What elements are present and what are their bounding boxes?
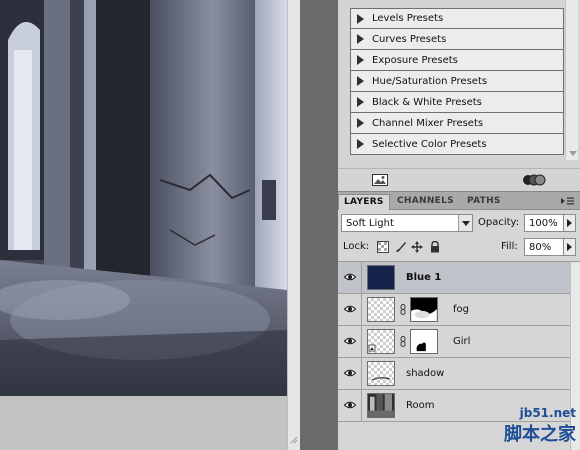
- fill-input[interactable]: 80%: [524, 238, 564, 256]
- expand-triangle-icon[interactable]: [357, 139, 364, 149]
- blend-row: Soft Light Opacity: 100%: [341, 214, 577, 234]
- canvas-image[interactable]: [0, 0, 287, 396]
- tab-layers[interactable]: LAYERS: [338, 194, 390, 210]
- preset-label: Hue/Saturation Presets: [372, 75, 488, 87]
- layer-row-girl[interactable]: Girl: [338, 326, 580, 358]
- lock-transparency-icon[interactable]: [377, 241, 389, 253]
- expand-triangle-icon[interactable]: [357, 118, 364, 128]
- preset-label: Levels Presets: [372, 13, 444, 24]
- expand-triangle-icon[interactable]: [357, 76, 364, 86]
- tab-channels[interactable]: CHANNELS: [392, 194, 459, 210]
- layer-thumbnail[interactable]: [367, 329, 395, 354]
- visibility-toggle[interactable]: [338, 358, 362, 389]
- layer-name[interactable]: Room: [406, 400, 434, 411]
- preset-label: Black & White Presets: [372, 96, 482, 108]
- preset-channel-mixer[interactable]: Channel Mixer Presets: [350, 113, 564, 134]
- watermark-site: jb51.net: [519, 406, 576, 420]
- watermark-cn: 脚本之家: [504, 424, 576, 445]
- fill-slider-button[interactable]: [564, 238, 576, 256]
- blend-mode-select[interactable]: Soft Light: [341, 214, 473, 232]
- layer-mask-icon[interactable]: [372, 174, 388, 186]
- blend-mode-value: Soft Light: [346, 218, 394, 229]
- layer-thumbnail[interactable]: [367, 361, 395, 386]
- layer-thumbnail[interactable]: [367, 393, 395, 418]
- eye-icon: [344, 305, 356, 313]
- document-area: [0, 0, 300, 450]
- chain-link-icon[interactable]: [400, 336, 406, 347]
- layer-mask-thumbnail[interactable]: [410, 297, 438, 322]
- panel-menu-icon[interactable]: [560, 196, 574, 206]
- expand-triangle-icon[interactable]: [357, 13, 364, 24]
- clip-circles-icon[interactable]: [522, 173, 546, 187]
- panels-dock: Levels Presets Curves Presets Exposure P…: [338, 0, 580, 450]
- document-vertical-scrollbar[interactable]: [287, 0, 300, 450]
- visibility-toggle[interactable]: [338, 390, 362, 421]
- preset-levels[interactable]: Levels Presets: [350, 8, 564, 29]
- resize-grip-icon[interactable]: [290, 436, 298, 444]
- visibility-toggle[interactable]: [338, 326, 362, 357]
- layer-thumbnail[interactable]: [367, 297, 395, 322]
- lock-row: Lock: Fill: 80%: [341, 238, 577, 258]
- lock-label: Lock:: [343, 241, 370, 252]
- layers-tabbar: LAYERS CHANNELS PATHS: [338, 192, 580, 210]
- canvas-pasteboard: [0, 396, 287, 450]
- preset-hue-saturation[interactable]: Hue/Saturation Presets: [350, 71, 564, 92]
- adjustment-presets-panel: Levels Presets Curves Presets Exposure P…: [338, 0, 580, 191]
- preset-black-white[interactable]: Black & White Presets: [350, 92, 564, 113]
- fill-label: Fill:: [501, 241, 518, 252]
- opacity-slider-button[interactable]: [564, 214, 576, 232]
- layer-name[interactable]: shadow: [406, 368, 444, 379]
- preset-selective-color[interactable]: Selective Color Presets: [350, 134, 564, 155]
- shadow-stroke-icon: [371, 376, 391, 381]
- presets-footer: [338, 168, 580, 190]
- tab-paths[interactable]: PATHS: [462, 194, 506, 210]
- layer-row-blue-1[interactable]: Blue 1: [338, 262, 580, 294]
- presets-scrollbar[interactable]: [565, 0, 578, 160]
- preset-label: Curves Presets: [372, 33, 447, 45]
- preset-label: Exposure Presets: [372, 54, 458, 66]
- lock-move-icon[interactable]: [411, 241, 423, 253]
- chevron-down-icon[interactable]: [458, 215, 472, 231]
- visibility-toggle[interactable]: [338, 294, 362, 325]
- expand-triangle-icon[interactable]: [357, 97, 364, 107]
- layer-row-shadow[interactable]: shadow: [338, 358, 580, 390]
- chain-link-icon[interactable]: [400, 304, 406, 315]
- watermark: jb51.net 脚本之家: [504, 406, 576, 446]
- chevron-right-icon: [567, 243, 572, 251]
- opacity-label: Opacity:: [478, 217, 520, 228]
- presets-list: Levels Presets Curves Presets Exposure P…: [350, 8, 564, 155]
- preset-label: Channel Mixer Presets: [372, 117, 484, 129]
- panel-separator: [300, 0, 338, 450]
- preset-label: Selective Color Presets: [372, 138, 487, 150]
- smart-object-badge-icon: [368, 344, 376, 352]
- eye-icon: [344, 401, 356, 409]
- eye-icon: [344, 273, 356, 281]
- layer-name[interactable]: fog: [453, 304, 469, 315]
- visibility-toggle[interactable]: [338, 262, 362, 293]
- room-photo: [0, 0, 287, 396]
- layer-row-fog[interactable]: fog: [338, 294, 580, 326]
- eye-icon: [344, 369, 356, 377]
- layer-name[interactable]: Blue 1: [406, 272, 441, 283]
- lock-brush-icon[interactable]: [395, 241, 407, 253]
- preset-curves[interactable]: Curves Presets: [350, 29, 564, 50]
- scroll-down-arrow-icon[interactable]: [569, 151, 577, 156]
- opacity-input[interactable]: 100%: [524, 214, 564, 232]
- layer-thumbnail[interactable]: [367, 265, 395, 290]
- layer-mask-thumbnail[interactable]: [410, 329, 438, 354]
- chevron-right-icon: [567, 219, 572, 227]
- layer-name[interactable]: Girl: [453, 336, 470, 347]
- lock-all-icon[interactable]: [429, 241, 441, 253]
- eye-icon: [344, 337, 356, 345]
- expand-triangle-icon[interactable]: [357, 34, 364, 44]
- preset-exposure[interactable]: Exposure Presets: [350, 50, 564, 71]
- expand-triangle-icon[interactable]: [357, 55, 364, 65]
